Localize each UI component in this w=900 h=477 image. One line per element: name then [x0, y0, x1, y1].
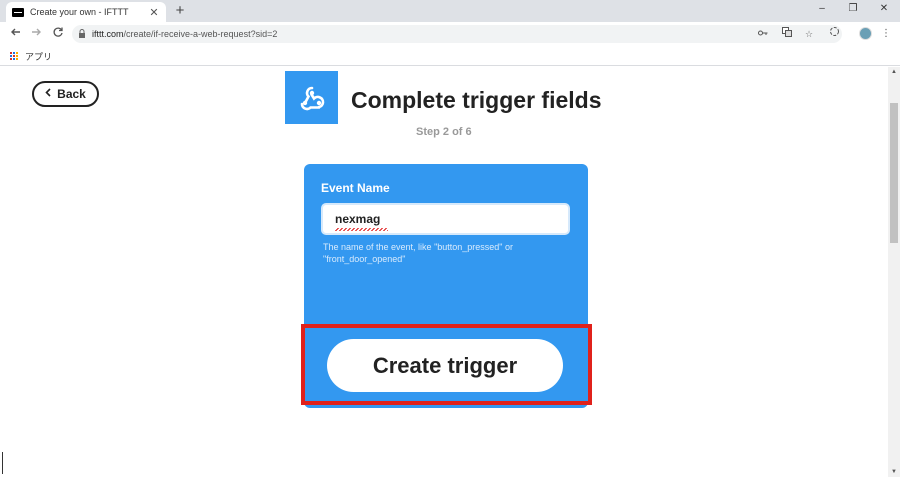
- url-path: /create/if-receive-a-web-request?sid=2: [123, 29, 278, 39]
- browser-tab[interactable]: Create your own - IFTTT ✕: [6, 2, 166, 22]
- apps-grid-icon[interactable]: [10, 52, 19, 61]
- profile-avatar[interactable]: [859, 27, 872, 40]
- tab-close-icon[interactable]: ✕: [148, 6, 160, 19]
- event-name-helper: The name of the event, like "button_pres…: [323, 242, 514, 264]
- new-tab-button[interactable]: +: [172, 2, 188, 20]
- text-cursor: [2, 452, 3, 474]
- step-indicator: Step 2 of 6: [416, 126, 472, 138]
- close-window-button[interactable]: ✕: [876, 3, 892, 14]
- back-button[interactable]: Back: [32, 81, 99, 107]
- extension-icon[interactable]: [826, 26, 842, 42]
- page-title: Complete trigger fields: [351, 87, 602, 113]
- apps-bookmark[interactable]: アプリ: [25, 50, 52, 63]
- minimize-button[interactable]: –: [814, 3, 830, 14]
- address-bar[interactable]: ifttt.com /create/if-receive-a-web-reque…: [72, 25, 842, 43]
- scroll-up-icon[interactable]: ▲: [888, 67, 900, 77]
- scroll-down-icon[interactable]: ▼: [888, 467, 900, 477]
- chevron-left-icon: [45, 88, 51, 100]
- create-trigger-button[interactable]: Create trigger: [327, 339, 563, 392]
- scroll-thumb[interactable]: [890, 103, 898, 243]
- url-host: ifttt.com: [92, 29, 124, 39]
- forward-arrow-icon[interactable]: [28, 26, 44, 42]
- tab-title: Create your own - IFTTT: [30, 7, 129, 17]
- ifttt-favicon-icon: [12, 7, 24, 17]
- back-label: Back: [57, 87, 86, 101]
- event-name-label: Event Name: [321, 181, 390, 195]
- restore-button[interactable]: ❐: [845, 3, 861, 14]
- menu-icon[interactable]: ⋮: [878, 26, 894, 42]
- star-icon[interactable]: ☆: [802, 25, 816, 43]
- bookmarks-bar: アプリ: [0, 46, 900, 66]
- page-scrollbar[interactable]: ▲ ▼: [888, 67, 900, 477]
- back-arrow-icon[interactable]: [8, 26, 24, 42]
- lock-icon: [78, 28, 86, 40]
- reload-icon[interactable]: [50, 26, 66, 42]
- page-content: Back Complete trigger fields Step 2 of 6…: [0, 67, 888, 477]
- browser-toolbar: ifttt.com /create/if-receive-a-web-reque…: [0, 22, 900, 46]
- translate-icon[interactable]: [780, 25, 794, 43]
- tab-strip: Create your own - IFTTT ✕ + – ❐ ✕: [0, 0, 900, 22]
- spellcheck-underline: [335, 228, 388, 231]
- webhooks-icon: [285, 71, 338, 124]
- key-icon[interactable]: [756, 25, 770, 43]
